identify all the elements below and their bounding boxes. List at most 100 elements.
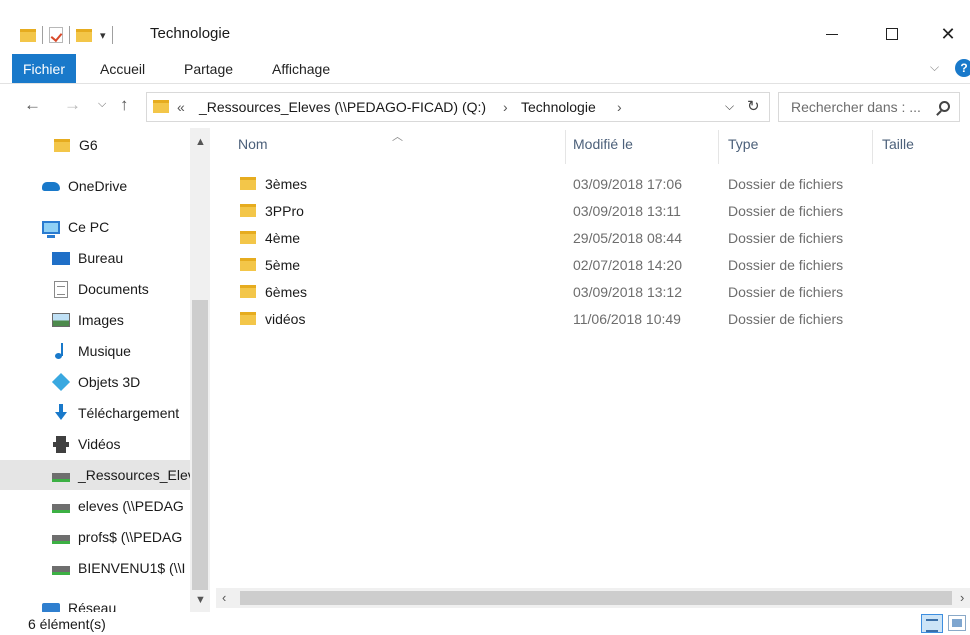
nav-item-images[interactable]: Images [0, 305, 190, 335]
folder-icon [240, 258, 256, 271]
address-overflow[interactable]: « [177, 99, 185, 115]
tab-partage[interactable]: Partage [184, 61, 233, 77]
folder-icon [240, 231, 256, 244]
file-name: 5ème [265, 257, 301, 273]
nav-item-documents[interactable]: Documents [0, 274, 190, 304]
nav-item-label: Objets 3D [78, 374, 141, 390]
computer-icon [42, 218, 60, 238]
search-icon[interactable] [939, 101, 950, 112]
new-folder-icon[interactable] [76, 28, 92, 42]
music-icon [52, 342, 70, 360]
navigation-pane: G6 OneDrive Ce PC Bureau Documents Image… [0, 128, 210, 612]
maximize-button[interactable] [870, 16, 914, 52]
nav-item-label: Musique [78, 343, 131, 359]
file-type: Dossier de fichiers [728, 230, 844, 246]
back-arrow-icon[interactable]: ← [24, 95, 41, 115]
properties-icon[interactable] [49, 27, 63, 43]
search-input[interactable]: Rechercher dans : ... [778, 92, 960, 122]
nav-item-g6[interactable]: G6 [0, 130, 190, 160]
table-row[interactable]: 3PPro 03/09/2018 13:11 Dossier de fichie… [232, 198, 952, 225]
folder-icon [240, 177, 256, 190]
nav-item-label: Bureau [78, 250, 124, 266]
objects-3d-icon [51, 372, 71, 392]
nav-item-label: OneDrive [68, 178, 128, 194]
nav-item-label: profs$ (\\PEDAG [78, 529, 183, 545]
maximize-icon [886, 28, 898, 40]
minimize-icon [826, 33, 838, 35]
folder-icon [20, 28, 36, 42]
breadcrumb-drive[interactable]: _Ressources_Eleves (\\PEDAGO-FICAD) (Q:) [199, 99, 486, 115]
nav-item-label: Ce PC [68, 219, 110, 235]
folder-icon [153, 100, 169, 113]
scroll-down-icon[interactable]: ▼ [195, 594, 206, 606]
nav-item-eleves[interactable]: eleves (\\PEDAG [0, 491, 190, 521]
file-type: Dossier de fichiers [728, 311, 844, 327]
scrollbar-thumb[interactable] [192, 300, 208, 590]
folder-icon [53, 136, 71, 154]
file-name: 3PPro [265, 203, 304, 219]
file-modified: 29/05/2018 08:44 [573, 230, 682, 246]
column-divider[interactable] [872, 130, 873, 164]
table-row[interactable]: 6èmes 03/09/2018 13:12 Dossier de fichie… [232, 279, 952, 306]
address-bar[interactable]: « _Ressources_Eleves (\\PEDAGO-FICAD) (Q… [146, 92, 770, 122]
tab-accueil[interactable]: Accueil [100, 61, 145, 77]
column-header-size[interactable]: Taille [882, 136, 914, 162]
up-arrow-icon[interactable]: ↑ [120, 95, 129, 115]
nav-pane-scrollbar[interactable]: ▲ ▼ [190, 128, 210, 612]
documents-icon [52, 280, 70, 298]
column-divider[interactable] [718, 130, 719, 164]
large-icons-view-icon[interactable] [948, 615, 966, 631]
file-modified: 02/07/2018 14:20 [573, 257, 682, 273]
breadcrumb-technologie[interactable]: Technologie [521, 99, 596, 115]
forward-arrow-icon[interactable]: → [64, 95, 81, 115]
column-divider[interactable] [565, 130, 566, 164]
column-header-modified[interactable]: Modifié le [573, 136, 633, 162]
nav-item-objets-3d[interactable]: Objets 3D [0, 367, 190, 397]
nav-item-label: Réseau [68, 600, 117, 612]
help-icon[interactable]: ? [955, 59, 970, 77]
nav-item-bureau[interactable]: Bureau [0, 243, 190, 273]
close-button[interactable]: ✕ [926, 16, 970, 52]
recent-locations-icon[interactable]: ⌵ [98, 98, 106, 111]
nav-item-reseau[interactable]: Réseau [0, 593, 190, 612]
folder-icon [240, 285, 256, 298]
nav-item-telechargements[interactable]: Téléchargement [0, 398, 190, 428]
file-name: 3èmes [265, 176, 308, 192]
nav-item-profs[interactable]: profs$ (\\PEDAG [0, 522, 190, 552]
scroll-up-icon[interactable]: ▲ [195, 136, 206, 148]
network-drive-icon [52, 466, 70, 484]
nav-item-musique[interactable]: Musique [0, 336, 190, 366]
nav-item-onedrive[interactable]: OneDrive [0, 171, 190, 201]
network-drive-icon [52, 497, 70, 515]
file-list-horizontal-scrollbar[interactable]: ‹ › [216, 588, 970, 608]
address-dropdown-icon[interactable]: ⌵ [725, 99, 734, 114]
scrollbar-thumb[interactable] [240, 591, 952, 605]
scroll-right-icon[interactable]: › [960, 590, 964, 605]
expand-ribbon-icon[interactable]: ⌵ [930, 60, 939, 75]
details-view-icon[interactable] [921, 614, 943, 633]
nav-item-ressources-eleves[interactable]: _Ressources_Elev [0, 460, 190, 490]
breadcrumb-separator[interactable]: › [617, 99, 622, 115]
file-modified: 03/09/2018 13:12 [573, 284, 682, 300]
nav-item-ce-pc[interactable]: Ce PC [0, 212, 190, 242]
status-bar: 6 élément(s) [0, 612, 970, 635]
breadcrumb-separator[interactable]: › [503, 99, 508, 115]
onedrive-icon [42, 177, 60, 195]
table-row[interactable]: 5ème 02/07/2018 14:20 Dossier de fichier… [232, 252, 952, 279]
column-header-name[interactable]: Nom [238, 136, 268, 162]
table-row[interactable]: 4ème 29/05/2018 08:44 Dossier de fichier… [232, 225, 952, 252]
table-row[interactable]: 3èmes 03/09/2018 17:06 Dossier de fichie… [232, 171, 952, 198]
nav-item-videos[interactable]: Vidéos [0, 429, 190, 459]
refresh-icon[interactable]: ↻ [747, 97, 760, 115]
navigation-bar: ← → ⌵ ↑ « _Ressources_Eleves (\\PEDAGO-F… [0, 90, 970, 124]
customize-toolbar-icon[interactable]: ▾ [100, 29, 106, 42]
minimize-button[interactable] [810, 16, 854, 52]
file-type: Dossier de fichiers [728, 257, 844, 273]
nav-item-bienvenu1[interactable]: BIENVENU1$ (\\I [0, 553, 190, 583]
tab-affichage[interactable]: Affichage [272, 61, 330, 77]
tab-fichier[interactable]: Fichier [12, 54, 76, 83]
scroll-left-icon[interactable]: ‹ [222, 590, 226, 605]
nav-item-label: G6 [79, 137, 98, 153]
table-row[interactable]: vidéos 11/06/2018 10:49 Dossier de fichi… [232, 306, 952, 333]
column-header-type[interactable]: Type [728, 136, 758, 162]
